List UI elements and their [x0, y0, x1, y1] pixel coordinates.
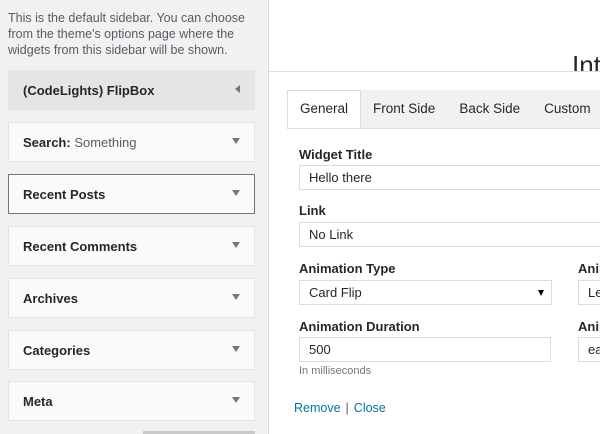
- widget-title: (CodeLights) FlipBox: [23, 83, 155, 98]
- animation-duration-label: Animation Duration: [299, 319, 420, 334]
- editor-tabs: General Front Side Back Side Custom: [287, 90, 600, 128]
- widget-meta[interactable]: Meta: [8, 381, 255, 421]
- expand-arrow-icon[interactable]: [232, 294, 240, 300]
- tab-general[interactable]: General: [287, 90, 362, 128]
- animation-easing-label: Anim: [578, 319, 600, 334]
- collapse-arrow-icon[interactable]: [235, 85, 240, 93]
- tab-custom[interactable]: Custom: [532, 90, 600, 128]
- widget-in-title: Something: [74, 135, 137, 150]
- widget-control-actions: Remove | Close: [294, 401, 386, 415]
- widget-title: Recent Posts: [23, 187, 106, 202]
- expand-arrow-icon[interactable]: [232, 346, 240, 352]
- animation-direction-select[interactable]: Le: [578, 280, 600, 305]
- widget-title: Categories: [23, 343, 91, 358]
- widget-codelights-flipbox[interactable]: (CodeLights) FlipBox: [8, 70, 255, 110]
- dropdown-arrow-icon: [538, 290, 544, 296]
- animation-duration-input[interactable]: 500: [299, 337, 551, 362]
- animation-type-label: Animation Type: [299, 261, 396, 276]
- animation-type-select[interactable]: Card Flip: [299, 280, 552, 305]
- widget-archives[interactable]: Archives: [8, 278, 255, 318]
- widget-recent-posts[interactable]: Recent Posts: [8, 174, 255, 214]
- tabs-underline: [287, 128, 600, 129]
- animation-duration-hint: In milliseconds: [299, 365, 372, 377]
- expand-arrow-icon[interactable]: [232, 190, 240, 196]
- widget-title: Search: Something: [23, 135, 137, 150]
- close-link[interactable]: Close: [354, 401, 386, 415]
- expand-arrow-icon[interactable]: [232, 242, 240, 248]
- widget-title-input[interactable]: Hello there: [299, 165, 600, 190]
- widget-title: Recent Comments: [23, 239, 138, 254]
- actions-separator: |: [345, 401, 349, 415]
- widget-title: Meta: [23, 394, 53, 409]
- widget-recent-comments[interactable]: Recent Comments: [8, 226, 255, 266]
- widget-title-label: Widget Title: [299, 147, 373, 162]
- tab-back-side[interactable]: Back Side: [447, 90, 533, 128]
- animation-type-value: Card Flip: [309, 285, 362, 300]
- tab-front-side[interactable]: Front Side: [361, 90, 448, 128]
- widget-categories[interactable]: Categories: [8, 330, 255, 370]
- expand-arrow-icon[interactable]: [232, 138, 240, 144]
- link-select[interactable]: No Link: [299, 222, 600, 247]
- animation-direction-label: Anim: [578, 261, 600, 276]
- sidebar-description: This is the default sidebar. You can cho…: [8, 11, 245, 57]
- animation-easing-select[interactable]: ea: [578, 337, 600, 362]
- remove-link[interactable]: Remove: [294, 401, 341, 415]
- widget-search[interactable]: Search: Something: [8, 122, 255, 162]
- widget-sidebar: This is the default sidebar. You can cho…: [0, 0, 268, 434]
- widget-editor-dialog: General Front Side Back Side Custom Widg…: [269, 71, 600, 434]
- preview-top-area: [269, 0, 600, 72]
- expand-arrow-icon[interactable]: [232, 397, 240, 403]
- widget-title: Archives: [23, 291, 78, 306]
- link-label: Link: [299, 203, 326, 218]
